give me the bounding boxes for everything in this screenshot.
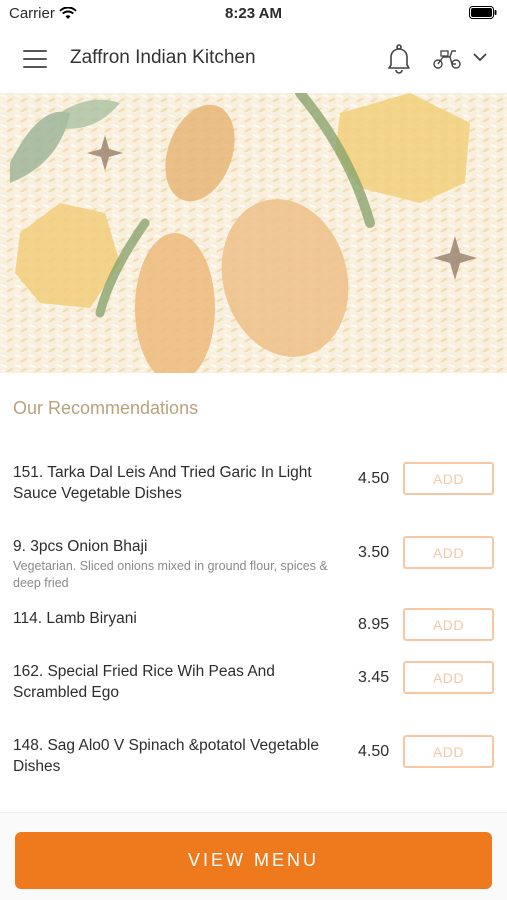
menu-icon[interactable]	[23, 50, 47, 68]
status-bar: Carrier 8:23 AM	[0, 0, 507, 26]
bell-icon[interactable]	[386, 44, 412, 74]
add-button[interactable]: ADD	[403, 735, 494, 768]
scooter-icon[interactable]	[432, 48, 462, 70]
hero-food-image	[0, 93, 507, 373]
page-title: Zaffron Indian Kitchen	[70, 47, 256, 68]
add-button[interactable]: ADD	[403, 608, 494, 641]
item-price: 4.50	[358, 470, 390, 487]
view-menu-button[interactable]: VIEW MENU	[15, 832, 492, 889]
item-name: 162. Special Fried Rice Wih Peas And Scr…	[13, 663, 275, 701]
add-button[interactable]: ADD	[403, 536, 494, 569]
item-price: 4.50	[358, 743, 390, 760]
biryani-illustration	[0, 93, 507, 373]
battery-icon	[469, 6, 497, 19]
item-price: 8.95	[358, 616, 390, 633]
app-header: Zaffron Indian Kitchen	[0, 26, 507, 93]
section-title: Our Recommendations	[13, 398, 199, 418]
add-button[interactable]: ADD	[403, 462, 494, 495]
clock: 8:23 AM	[225, 5, 282, 22]
add-button[interactable]: ADD	[403, 661, 494, 694]
item-name: 9. 3pcs Onion Bhaji	[13, 538, 148, 555]
item-name: 148. Sag Alo0 V Spinach &potatol Vegetab…	[13, 737, 319, 775]
chevron-down-icon[interactable]	[473, 53, 487, 62]
item-price: 3.45	[358, 669, 390, 686]
item-name: 114. Lamb Biryani	[13, 610, 137, 627]
item-description: Vegetarian. Sliced onions mixed in groun…	[13, 559, 328, 590]
item-price: 3.50	[358, 544, 390, 561]
item-name: 151. Tarka Dal Leis And Tried Garic In L…	[13, 464, 312, 502]
